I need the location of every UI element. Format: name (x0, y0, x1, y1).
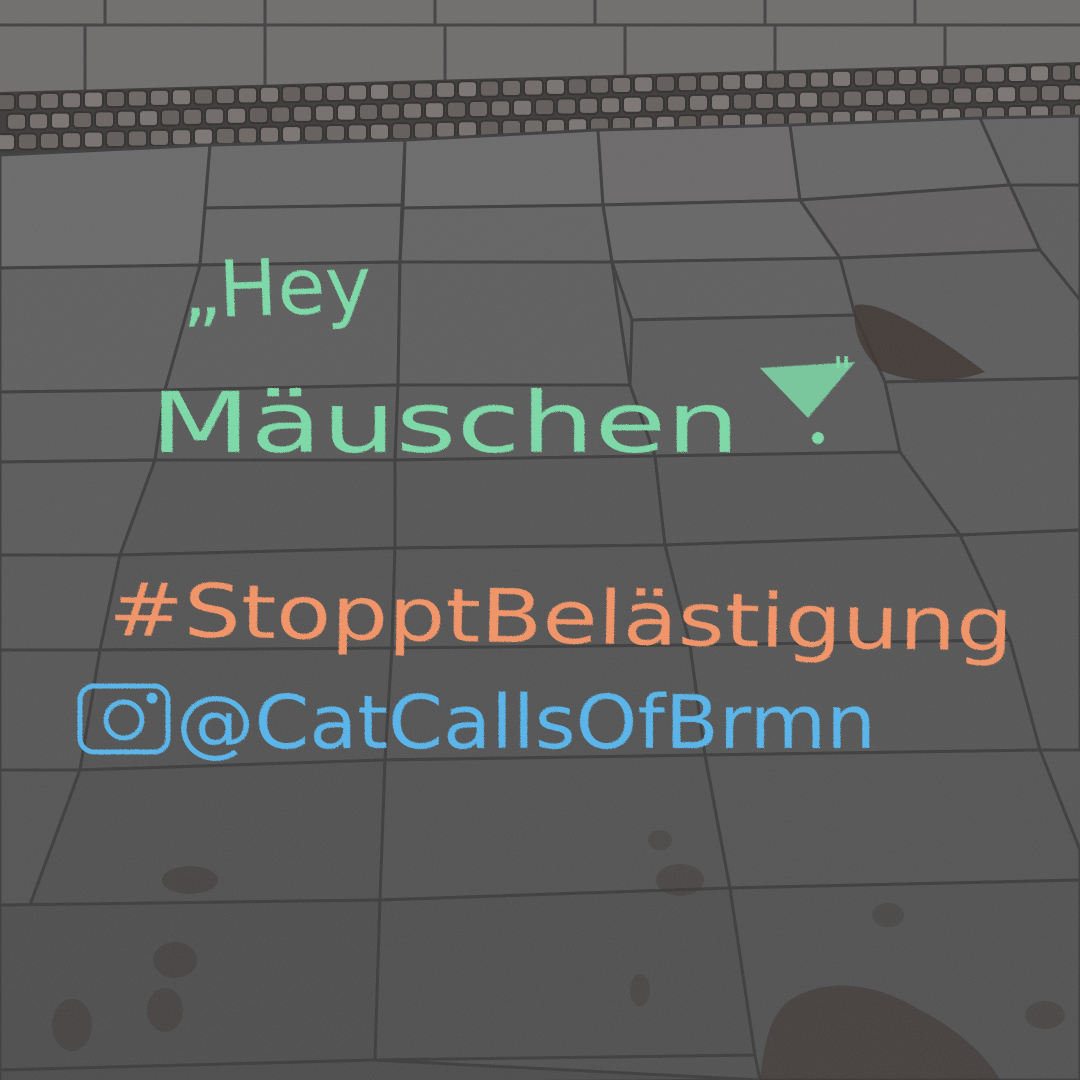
chalk-close-quote: " (832, 348, 852, 399)
pavement-svg: „Hey Mäuschen " #StopptBelästigung @CatC… (0, 0, 1080, 1080)
chalk-line-mauschen: Mäuschen (150, 374, 740, 472)
grain-overlay (0, 0, 1080, 1080)
chalk-handle: @CatCallsOfBrmn (176, 680, 876, 766)
chalk-line-hey: „Hey (180, 240, 373, 337)
pavement-photo: „Hey Mäuschen " #StopptBelästigung @CatC… (0, 0, 1080, 1080)
chalk-hashtag: #StopptBelästigung (108, 567, 1014, 669)
